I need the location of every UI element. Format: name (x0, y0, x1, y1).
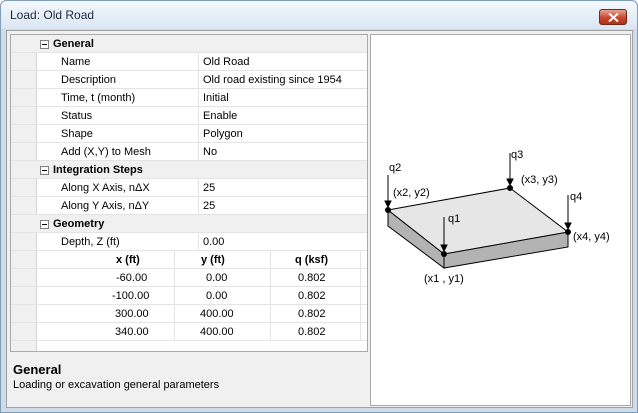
cell-y[interactable]: 0.00 (206, 272, 227, 284)
property-value[interactable]: 25 (203, 200, 215, 212)
label-q4: q4 (570, 191, 582, 203)
cell-q[interactable]: 0.802 (298, 308, 326, 320)
load-dialog-window: Load: Old Road General Name Old Road Des… (0, 0, 638, 413)
dialog-client-area: General Name Old Road Description Old ro… (6, 30, 633, 408)
property-row-along-x[interactable]: Along X Axis, nΔX 25 (11, 179, 367, 197)
property-row-along-y[interactable]: Along Y Axis, nΔY 25 (11, 197, 367, 215)
help-title: General (13, 362, 62, 377)
collapse-integration-icon[interactable] (40, 166, 49, 175)
property-name: Along X Axis, nΔX (61, 182, 150, 194)
help-description: Loading or excavation general parameters (13, 379, 220, 391)
property-value[interactable]: Enable (203, 110, 237, 122)
property-row-time[interactable]: Time, t (month) Initial (11, 89, 367, 107)
close-button[interactable] (599, 9, 627, 25)
property-row-name[interactable]: Name Old Road (11, 53, 367, 71)
property-row-shape[interactable]: Shape Polygon (11, 125, 367, 143)
property-row-status[interactable]: Status Enable (11, 107, 367, 125)
cell-x[interactable]: 340.00 (115, 326, 149, 338)
cell-x[interactable]: -60.00 (116, 272, 147, 284)
table-row[interactable]: 1. -60.00 0.00 0.802 (11, 269, 367, 287)
property-row-add-to-mesh[interactable]: Add (X,Y) to Mesh No (11, 143, 367, 161)
property-row-description[interactable]: Description Old road existing since 1954 (11, 71, 367, 89)
label-point-3: (x3, y3) (521, 174, 558, 186)
label-point-4: (x4, y4) (573, 231, 610, 243)
label-q2: q2 (389, 162, 401, 174)
property-name: Time, t (month) (61, 92, 136, 104)
property-value[interactable]: Initial (203, 92, 229, 104)
column-header-y[interactable]: y (ft) (201, 254, 225, 266)
property-name: Shape (61, 128, 93, 140)
cell-q[interactable]: 0.802 (298, 290, 326, 302)
table-row[interactable]: 2. -100.00 0.00 0.802 (11, 287, 367, 305)
category-geometry-label: Geometry (53, 218, 105, 230)
property-value[interactable]: Polygon (203, 128, 243, 140)
cell-y[interactable]: 400.00 (200, 308, 234, 320)
property-name: Name (61, 56, 91, 68)
table-row[interactable]: 4. 340.00 400.00 0.802 (11, 323, 367, 341)
category-integration-label: Integration Steps (53, 164, 143, 176)
property-name: Along Y Axis, nΔY (61, 200, 150, 212)
category-general-label: General (53, 38, 94, 50)
cell-q[interactable]: 0.802 (298, 326, 326, 338)
property-value[interactable]: Old road existing since 1954 (203, 74, 342, 86)
category-integration-steps[interactable]: Integration Steps (11, 161, 367, 179)
label-point-2: (x2, y2) (393, 187, 430, 199)
property-grid: General Name Old Road Description Old ro… (10, 34, 368, 352)
coordinate-table-header: x (ft) y (ft) q (ksf) (11, 251, 367, 269)
column-header-x[interactable]: x (ft) (116, 254, 140, 266)
cell-y[interactable]: 0.00 (206, 290, 227, 302)
title-bar[interactable]: Load: Old Road (1, 1, 637, 29)
cell-x[interactable]: 300.00 (115, 308, 149, 320)
property-value[interactable]: 0.00 (203, 236, 224, 248)
property-name: Add (X,Y) to Mesh (61, 146, 151, 158)
cell-x[interactable]: -100.00 (112, 290, 149, 302)
category-general[interactable]: General (11, 35, 367, 53)
column-header-q[interactable]: q (ksf) (295, 254, 328, 266)
load-diagram-panel: q2 q3 q4 q1 (x2, y2) (x3, y3) (x4, y4) (… (370, 34, 631, 406)
property-name: Status (61, 110, 93, 122)
cell-q[interactable]: 0.802 (298, 272, 326, 284)
property-value[interactable]: 25 (203, 182, 215, 194)
collapse-geometry-icon[interactable] (40, 220, 49, 229)
label-q3: q3 (511, 149, 523, 161)
collapse-general-icon[interactable] (40, 40, 49, 49)
close-icon (608, 13, 619, 22)
table-row[interactable]: 3. 300.00 400.00 0.802 (11, 305, 367, 323)
property-value[interactable]: Old Road (203, 56, 249, 68)
category-geometry[interactable]: Geometry (11, 215, 367, 233)
label-point-1: (x1 , y1) (424, 273, 464, 285)
property-name: Depth, Z (ft) (61, 236, 120, 248)
property-name: Description (61, 74, 117, 86)
property-row-depth[interactable]: Depth, Z (ft) 0.00 (11, 233, 367, 251)
window-title: Load: Old Road (10, 8, 95, 22)
cell-y[interactable]: 400.00 (200, 326, 234, 338)
label-q1: q1 (448, 213, 460, 225)
property-value[interactable]: No (203, 146, 217, 158)
polygon-load-diagram: q2 q3 q4 q1 (x2, y2) (x3, y3) (x4, y4) (… (384, 149, 610, 285)
